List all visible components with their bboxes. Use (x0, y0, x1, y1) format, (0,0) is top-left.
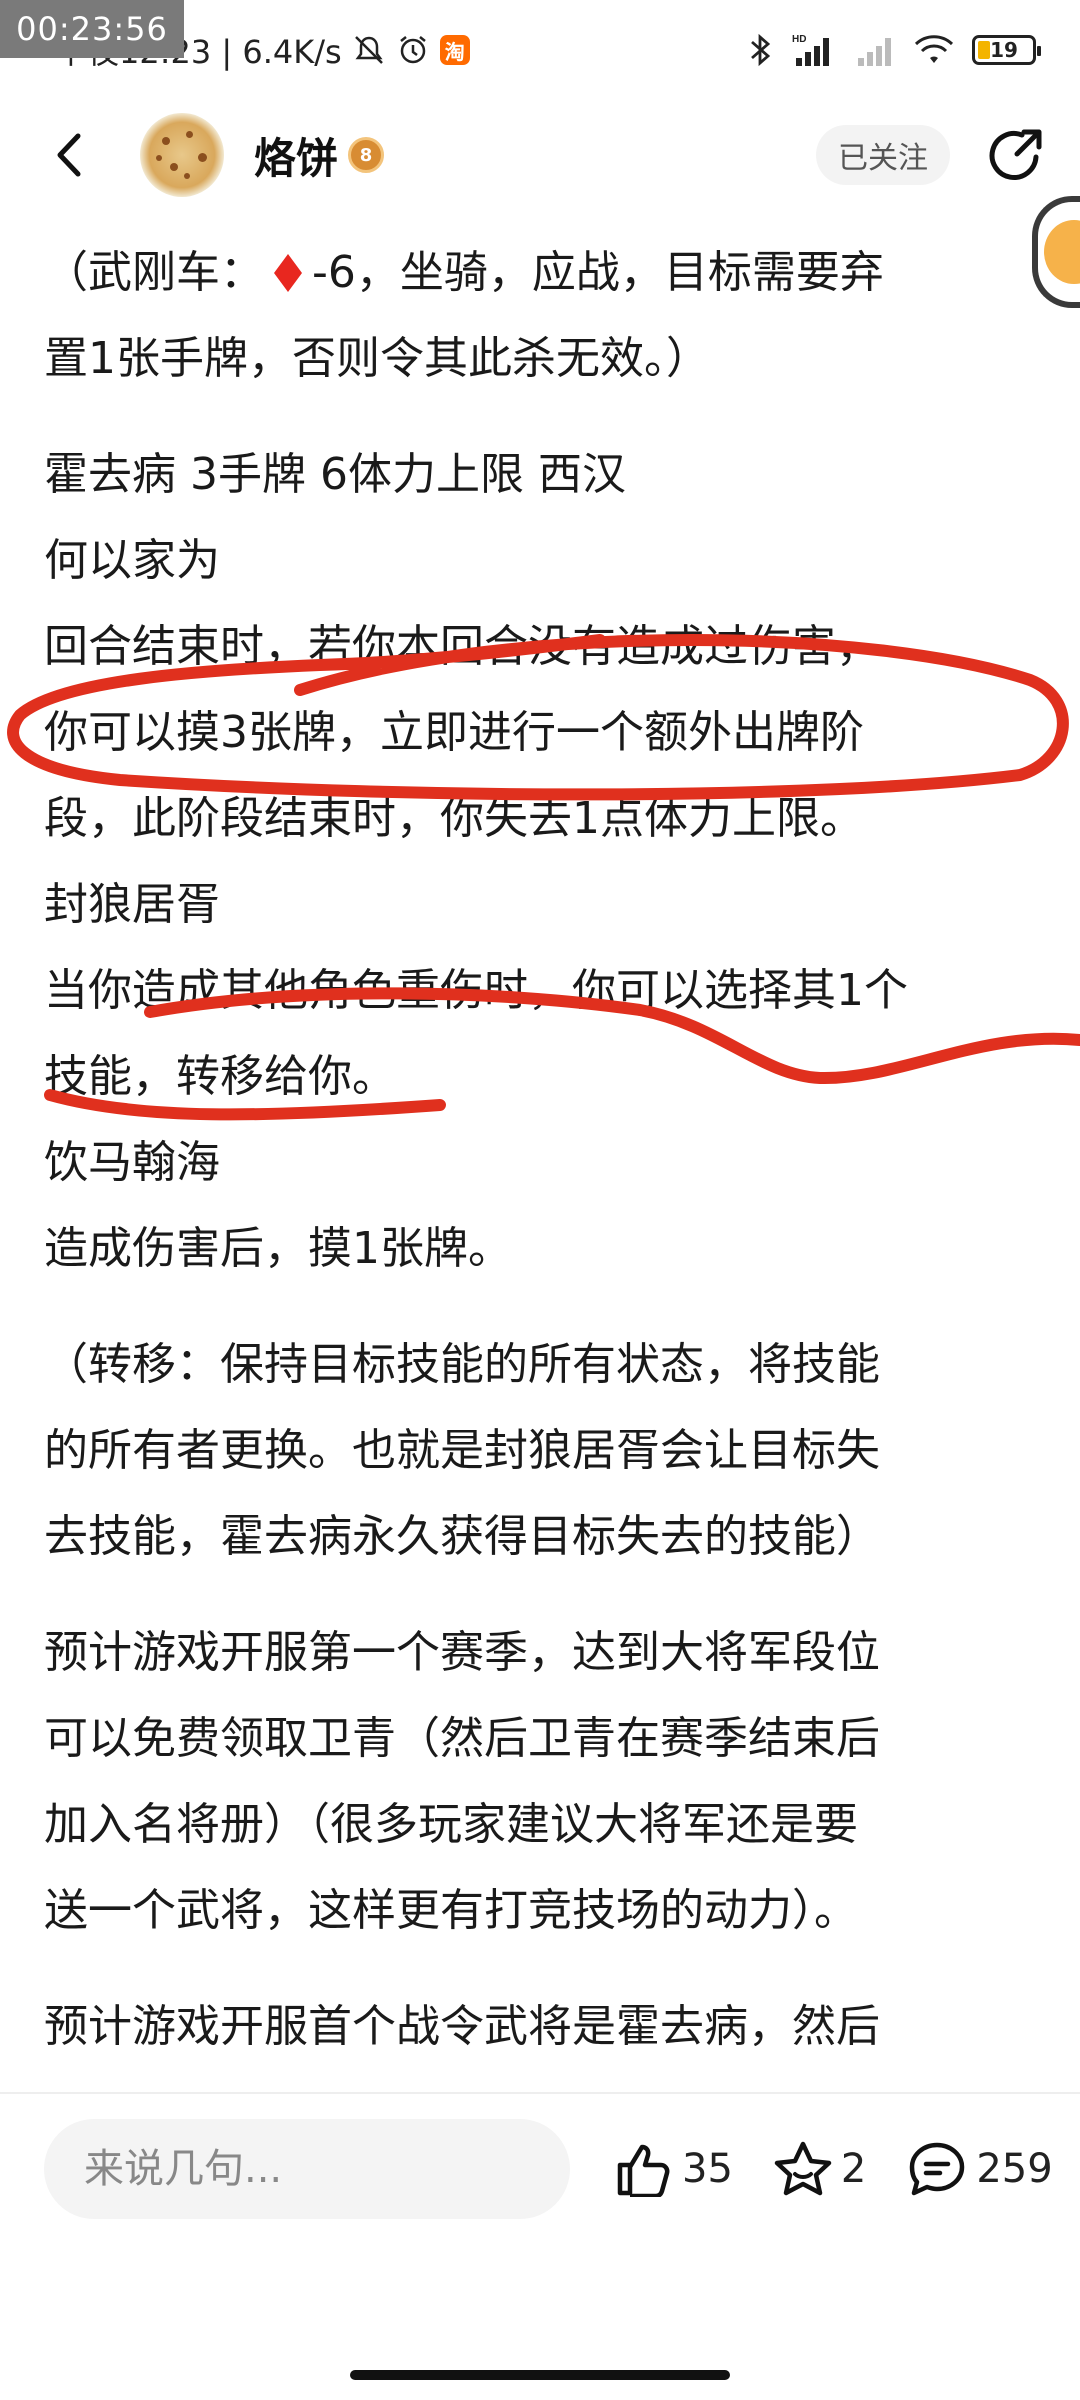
back-button[interactable] (40, 125, 100, 185)
text-line: 预计游戏开服第一个赛季，达到大将军段位 (44, 1627, 880, 1678)
text-line: 当你造成其他角色重伤时，你可以选择其1个 (44, 965, 908, 1016)
comment-count: 259 (976, 2146, 1053, 2192)
like-button[interactable]: 35 (614, 2141, 733, 2197)
text-line: 造成伤害后，摸1张牌。 (44, 1223, 512, 1274)
text-line: 技能，转移给你。 (44, 1051, 396, 1102)
paragraph-4: 预计游戏开服第一个赛季，达到大将军段位 可以免费领取卫青（然后卫青在赛季结束后 … (44, 1610, 1044, 1954)
signal-icon: HD (792, 32, 838, 68)
post-header: 烙饼 8 已关注 (0, 100, 1080, 210)
like-count: 35 (682, 2146, 733, 2192)
avatar[interactable] (140, 113, 224, 197)
text-line: 封狼居胥 (44, 879, 220, 930)
battery-icon: 19 (972, 35, 1041, 65)
paragraph-5: 预计游戏开服首个战令武将是霍去病，然后 (44, 1984, 1044, 2070)
text-line: 霍去病 3手牌 6体力上限 西汉 (44, 449, 626, 500)
text-line: 置1张手牌，否则令其此杀无效。） (44, 333, 710, 384)
text-line: -6，坐骑，应战，目标需要弃 (312, 247, 884, 298)
home-indicator[interactable] (350, 2370, 730, 2380)
comment-button[interactable]: 259 (906, 2140, 1053, 2198)
favorite-button[interactable]: 2 (773, 2140, 866, 2198)
bluetooth-icon (748, 32, 774, 68)
back-arrow-icon (57, 133, 81, 177)
recording-timer: 00:23:56 (0, 0, 184, 58)
text-line: 可以免费领取卫青（然后卫青在赛季结束后 (44, 1713, 880, 1764)
like-icon (617, 2144, 670, 2197)
text-line: 加入名将册）（很多玩家建议大将军还是要 (44, 1799, 858, 1850)
text-line: 送一个武将，这样更有打竞技场的动力）。 (44, 1885, 858, 1936)
bottom-action-bar: 35 2 259 (0, 2094, 1080, 2244)
battery-level: 19 (990, 38, 1018, 62)
paragraph-1: （武刚车： -6，坐骑，应战，目标需要弃 置1张手牌，否则令其此杀无效。） (44, 230, 1044, 402)
alarm-icon (396, 33, 430, 67)
diamond-suit-icon (274, 254, 302, 292)
paragraph-2: 霍去病 3手牌 6体力上限 西汉 何以家为 回合结束时，若你本回合没有造成过伤害… (44, 432, 1044, 1292)
text-line: 何以家为 (44, 535, 220, 586)
comment-icon (910, 2142, 965, 2196)
share-icon (989, 129, 1042, 180)
text-line: 段，此阶段结束时，你失去1点体力上限。 (44, 793, 864, 844)
text-line: 饮马翰海 (44, 1137, 220, 1188)
signal-2-icon (856, 32, 896, 68)
follow-button[interactable]: 已关注 (816, 125, 950, 185)
wifi-icon (914, 33, 954, 67)
level-badge: 8 (348, 137, 385, 173)
post-content: （武刚车： -6，坐骑，应战，目标需要弃 置1张手牌，否则令其此杀无效。） 霍去病… (44, 230, 1044, 2070)
taobao-app-icon: 淘 (439, 35, 470, 65)
text-line: 你可以摸3张牌，立即进行一个额外出牌阶 (44, 707, 864, 758)
star-icon (774, 2141, 832, 2196)
paragraph-3: （转移：保持目标技能的所有状态，将技能 的所有者更换。也就是封狼居胥会让目标失 … (44, 1322, 1044, 1580)
favorite-count: 2 (840, 2146, 867, 2192)
text-line: 的所有者更换。也就是封狼居胥会让目标失 (44, 1425, 880, 1476)
username[interactable]: 烙饼 (254, 125, 338, 186)
text-line: 预计游戏开服首个战令武将是霍去病，然后 (44, 2001, 880, 2052)
text-line: （武刚车： (44, 247, 264, 298)
text-line: （转移：保持目标技能的所有状态，将技能 (44, 1339, 880, 1390)
mute-icon (352, 33, 386, 67)
share-button[interactable] (980, 120, 1050, 190)
comment-input[interactable] (44, 2119, 570, 2219)
text-line: 去技能，霍去病永久获得目标失去的技能） (44, 1511, 880, 1562)
svg-text:HD: HD (792, 34, 806, 45)
text-line: 回合结束时，若你本回合没有造成过伤害， (44, 621, 880, 672)
